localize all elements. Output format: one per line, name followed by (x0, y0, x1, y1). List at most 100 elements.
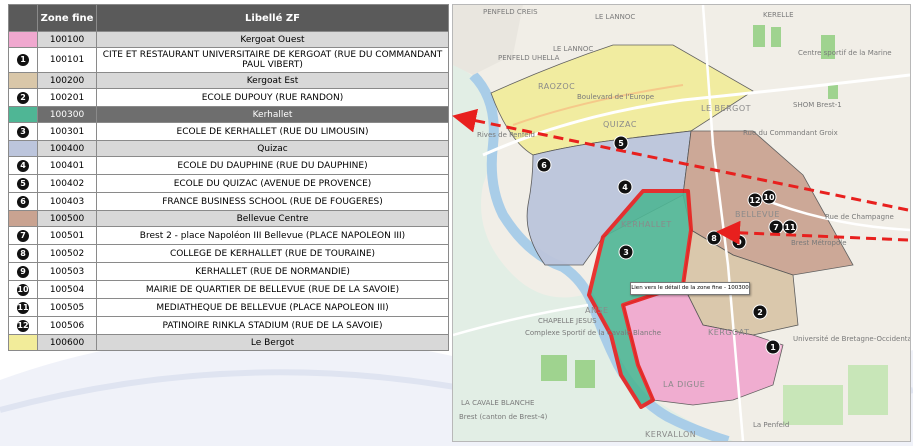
map-label: CHAPELLE JESUS (538, 317, 597, 325)
site-marker-cell: 10 (8, 280, 38, 299)
zone-code: 100600 (37, 334, 97, 351)
svg-text:1: 1 (770, 343, 776, 352)
map-marker-3[interactable]: 3 (618, 244, 634, 260)
number-marker-icon: 4 (17, 159, 29, 172)
zone-row[interactable]: 100400 Quizac (8, 140, 449, 157)
header-zone: Zone fine (37, 4, 97, 32)
svg-text:11: 11 (784, 223, 796, 232)
map-label: La Penfeld (753, 421, 789, 429)
site-marker-cell: 2 (8, 88, 38, 107)
site-label: PATINOIRE RINKLA STADIUM (RUE DE LA SAVO… (96, 316, 449, 335)
map-label: KERHALLET (621, 220, 672, 229)
map-label: LE BERGOT (701, 104, 751, 113)
site-row[interactable]: 5 100402 ECOLE DU QUIZAC (AVENUE DE PROVEN… (8, 174, 449, 193)
site-row[interactable]: 12 100506 PATINOIRE RINKLA STADIUM (RUE DE… (8, 316, 449, 335)
zone-color-swatch (8, 210, 38, 227)
svg-text:5: 5 (618, 139, 624, 148)
site-row[interactable]: 9 100503 KERHALLET (RUE DE NORMANDIE) (8, 262, 449, 281)
zone-code: 100500 (37, 210, 97, 227)
map-label: LE LANNOC (553, 45, 593, 53)
zone-row[interactable]: 100100 Kergoat Ouest (8, 31, 449, 48)
zone-code: 100201 (37, 88, 97, 107)
zone-label: Bellevue Centre (96, 210, 449, 227)
site-marker-cell: 7 (8, 226, 38, 245)
zone-code: 100403 (37, 192, 97, 211)
number-marker-icon: 7 (17, 229, 29, 242)
svg-text:7: 7 (773, 223, 779, 232)
map-marker-4[interactable]: 4 (617, 179, 633, 195)
number-marker-icon: 2 (17, 91, 29, 104)
map-field (575, 360, 595, 388)
header-label: Libellé ZF (96, 4, 449, 32)
site-row[interactable]: 7 100501 Brest 2 - place Napoléon III Bell… (8, 226, 449, 245)
site-row[interactable]: 11 100505 MEDIATHEQUE DE BELLEVUE (PLACE N… (8, 298, 449, 317)
site-marker-cell: 12 (8, 316, 38, 335)
zone-row[interactable]: 100300 Kerhallet (8, 106, 449, 123)
svg-text:2: 2 (757, 308, 763, 317)
map-label: PENFELD CREIS (483, 8, 538, 16)
zone-color-swatch (8, 334, 38, 351)
map-marker-1[interactable]: 1 (765, 339, 781, 355)
zone-color-swatch (8, 106, 38, 123)
map-label: Brest (canton de Brest-4) (459, 413, 548, 421)
zone-row[interactable]: 100500 Bellevue Centre (8, 210, 449, 227)
map-marker-11[interactable]: 11 (782, 219, 798, 235)
zone-code: 100505 (37, 298, 97, 317)
zone-code: 100101 (37, 47, 97, 73)
number-marker-icon: 3 (17, 125, 29, 138)
map-label: RAOZOC (538, 82, 575, 91)
map-field (771, 27, 781, 47)
site-row[interactable]: 3 100301 ECOLE DE KERHALLET (RUE DU LIMOUS… (8, 122, 449, 141)
zone-row[interactable]: 100600 Le Bergot (8, 334, 449, 351)
site-row[interactable]: 8 100502 COLLEGE DE KERHALLET (RUE DE TOUR… (8, 244, 449, 263)
map-label: Brest Métropole (791, 239, 847, 247)
zone-code: 100502 (37, 244, 97, 263)
map-field (753, 25, 765, 47)
map-marker-12[interactable]: 12 (747, 192, 763, 208)
map-label: LE LANNOC (595, 13, 635, 21)
site-label: FRANCE BUSINESS SCHOOL (RUE DE FOUGERES) (96, 192, 449, 211)
map-marker-10[interactable]: 10 (761, 189, 777, 205)
zone-label: Quizac (96, 140, 449, 157)
map-marker-5[interactable]: 5 (613, 135, 629, 151)
site-marker-cell: 4 (8, 156, 38, 175)
site-label: ECOLE DE KERHALLET (RUE DU LIMOUSIN) (96, 122, 449, 141)
number-marker-icon: 1 (17, 54, 29, 66)
map-label: KERGOAT (708, 328, 749, 337)
zone-label: Le Bergot (96, 334, 449, 351)
number-marker-icon: 5 (17, 177, 29, 190)
map-canvas[interactable]: PENFELD CREIS LE LANNOC KERELLE Centre s… (453, 5, 910, 441)
zone-row[interactable]: 100200 Kergoat Est (8, 72, 449, 89)
map-marker-6[interactable]: 6 (536, 157, 552, 173)
map-label: Rives de Penfeld (477, 131, 535, 139)
map-marker-7[interactable]: 7 (768, 219, 784, 235)
map-label: QUIZAC (603, 120, 637, 129)
site-marker-cell: 5 (8, 174, 38, 193)
site-marker-cell: 11 (8, 298, 38, 317)
site-row[interactable]: 6 100403 FRANCE BUSINESS SCHOOL (RUE DE FO… (8, 192, 449, 211)
svg-text:6: 6 (541, 161, 547, 170)
site-row[interactable]: 2 100201 ECOLE DUPOUY (RUE RANDON) (8, 88, 449, 107)
site-row[interactable]: 1 100101 CITE ET RESTAURANT UNIVERSITAIRE … (8, 47, 449, 73)
site-label: Brest 2 - place Napoléon III Bellevue (P… (96, 226, 449, 245)
zone-tooltip[interactable]: Lien vers le détail de la zone fine - 10… (630, 282, 750, 295)
site-marker-cell: 1 (8, 47, 38, 73)
map-label: Complexe Sportif de la Cavale Blanche (525, 329, 661, 337)
site-row[interactable]: 10 100504 MAIRIE DE QUARTIER DE BELLEVUE (… (8, 280, 449, 299)
map-label: Boulevard de l'Europe (577, 93, 654, 101)
map-marker-2[interactable]: 2 (752, 304, 768, 320)
svg-text:4: 4 (622, 183, 628, 192)
map-marker-8[interactable]: 8 (706, 230, 722, 246)
map-field (541, 355, 567, 381)
zone-code: 100300 (37, 106, 97, 123)
site-label: CITE ET RESTAURANT UNIVERSITAIRE DE KERG… (96, 47, 449, 73)
map-view[interactable]: PENFELD CREIS LE LANNOC KERELLE Centre s… (452, 4, 911, 442)
site-marker-cell: 3 (8, 122, 38, 141)
map-label: BELLEVUE (735, 210, 780, 219)
site-label: ECOLE DU DAUPHINE (RUE DU DAUPHINE) (96, 156, 449, 175)
zone-code: 100400 (37, 140, 97, 157)
map-marker-9[interactable]: 9 (731, 234, 747, 250)
svg-text:10: 10 (763, 193, 775, 202)
site-row[interactable]: 4 100401 ECOLE DU DAUPHINE (RUE DU DAUPHIN… (8, 156, 449, 175)
site-label: COLLEGE DE KERHALLET (RUE DE TOURAINE) (96, 244, 449, 263)
